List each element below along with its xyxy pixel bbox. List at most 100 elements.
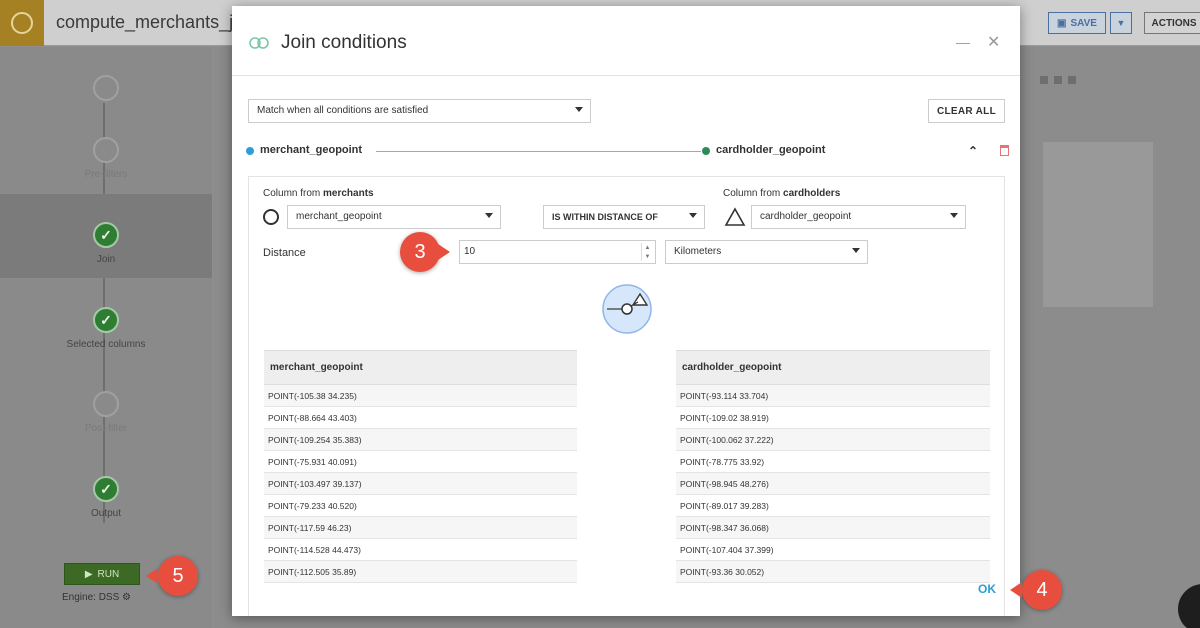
callout-badge-3: 3: [400, 232, 440, 272]
join-condition-summary[interactable]: merchant_geopoint cardholder_geopoint ⌃: [246, 143, 1009, 161]
save-label: SAVE: [1070, 17, 1097, 29]
callout-pointer: [146, 568, 158, 584]
save-icon: ▣: [1057, 17, 1067, 29]
triangle-shape-icon: [724, 207, 746, 226]
view-toolbar: [1040, 76, 1076, 84]
table-row: POINT(-93.36 30.052): [676, 561, 990, 583]
trash-icon[interactable]: [1000, 145, 1009, 156]
engine-text: Engine: DSS: [62, 592, 120, 603]
chevron-down-icon: ▼: [1116, 18, 1126, 28]
step-item-output[interactable]: ✓ Output: [0, 476, 212, 536]
table-body: POINT(-93.114 33.704) POINT(-109.02 38.91…: [676, 385, 990, 583]
join-icon: [249, 37, 269, 49]
step-item-pre-filters[interactable]: Pre-filters: [0, 137, 212, 197]
callout-badge-5: 5: [158, 556, 198, 596]
right-column-label: Column from cardholders: [723, 188, 840, 199]
step-item-join[interactable]: ✓ Join: [0, 194, 212, 278]
left-column-select[interactable]: merchant_geopoint: [287, 205, 501, 229]
match-mode-select[interactable]: Match when all conditions are satisfied: [248, 99, 591, 123]
step-item-0[interactable]: [0, 75, 212, 115]
close-icon[interactable]: ✕: [987, 32, 1000, 52]
step-circle-icon: [93, 137, 119, 163]
table-row: POINT(-93.114 33.704): [676, 385, 990, 407]
step-item-selected-columns[interactable]: ✓ Selected columns: [0, 307, 212, 367]
table-row: POINT(-79.233 40.520): [264, 495, 577, 517]
left-preview-table: merchant_geopoint POINT(-105.38 34.235) P…: [264, 350, 577, 583]
step-circle-icon: [93, 75, 119, 101]
callout-pointer: [438, 244, 450, 260]
save-options-button[interactable]: ▼: [1110, 12, 1132, 34]
chevron-down-icon: [950, 213, 958, 218]
right-dataset-dot-icon: [702, 147, 710, 155]
clear-all-button[interactable]: CLEAR ALL: [928, 99, 1005, 123]
join-conditions-dialog: Join conditions — ✕ Match when all condi…: [232, 6, 1020, 616]
toolbar-icon[interactable]: [1040, 76, 1048, 84]
step-label: Join: [96, 254, 116, 265]
operator-value: IS WITHIN DISTANCE OF: [552, 212, 658, 222]
table-row: POINT(-88.664 43.403): [264, 407, 577, 429]
recipe-title: compute_merchants_j: [56, 12, 234, 32]
ok-button[interactable]: OK: [978, 582, 996, 596]
table-row: POINT(-114.528 44.473): [264, 539, 577, 561]
step-item-post-filter[interactable]: Post-filter: [0, 391, 212, 451]
right-key-label: cardholder_geopoint: [716, 144, 826, 156]
table-row: POINT(-75.931 40.091): [264, 451, 577, 473]
table-row: POINT(-98.347 36.068): [676, 517, 990, 539]
callout-pointer: [1010, 582, 1022, 598]
match-mode-value: Match when all conditions are satisfied: [257, 105, 429, 116]
right-preview-table: cardholder_geopoint POINT(-93.114 33.704…: [676, 350, 990, 583]
chevron-up-icon[interactable]: ⌃: [968, 144, 978, 158]
step-label: Selected columns: [66, 339, 146, 350]
app-logo[interactable]: [0, 0, 44, 46]
run-button[interactable]: ▶ RUN: [64, 563, 140, 585]
table-body: POINT(-105.38 34.235) POINT(-88.664 43.40…: [264, 385, 577, 583]
dialog-title: Join conditions: [281, 32, 407, 53]
distance-value: 10: [464, 246, 476, 257]
table-row: POINT(-105.38 34.235): [264, 385, 577, 407]
actions-button[interactable]: ACTIONS: [1144, 12, 1200, 34]
right-column-value: cardholder_geopoint: [760, 211, 852, 222]
step-label: Post-filter: [84, 423, 128, 434]
right-column-prefix: Column from: [723, 188, 784, 199]
left-key-label: merchant_geopoint: [260, 144, 363, 156]
callout-badge-4: 4: [1022, 570, 1062, 610]
right-column-select[interactable]: cardholder_geopoint: [751, 205, 966, 229]
left-column-value: merchant_geopoint: [296, 211, 382, 222]
chevron-down-icon: [689, 213, 697, 218]
table-row: POINT(-78.775 33.92): [676, 451, 990, 473]
table-row: POINT(-107.404 37.399): [676, 539, 990, 561]
step-label: Output: [90, 508, 122, 519]
table-row: POINT(-109.02 38.919): [676, 407, 990, 429]
distance-input[interactable]: 10 ▲ ▼: [459, 240, 656, 264]
engine-label[interactable]: Engine: DSS ⚙: [62, 592, 131, 603]
chevron-down-icon: [852, 248, 860, 253]
play-icon: ▶: [84, 568, 93, 580]
step-circle-icon: [93, 391, 119, 417]
check-icon: ✓: [93, 222, 119, 248]
chevron-down-icon: [485, 213, 493, 218]
run-label: RUN: [97, 568, 120, 580]
condition-editor: Column from merchants Column from cardho…: [248, 176, 1005, 616]
logo-icon: [11, 12, 33, 34]
save-button[interactable]: ▣ SAVE: [1048, 12, 1106, 34]
table-row: POINT(-109.254 35.383): [264, 429, 577, 451]
distance-operator-icon: [602, 284, 652, 334]
circle-shape-icon: [263, 209, 279, 225]
left-dataset-dot-icon: [246, 147, 254, 155]
operator-select[interactable]: IS WITHIN DISTANCE OF: [543, 205, 705, 229]
table-row: POINT(-89.017 39.283): [676, 495, 990, 517]
left-dataset-name: merchants: [323, 188, 374, 199]
distance-unit-select[interactable]: Kilometers: [665, 240, 868, 264]
table-row: POINT(-100.062 37.222): [676, 429, 990, 451]
join-link-line: [376, 151, 701, 152]
gear-icon: ⚙: [122, 592, 132, 603]
left-column-prefix: Column from: [263, 188, 324, 199]
table-row: POINT(-112.505 35.89): [264, 561, 577, 583]
dialog-header: Join conditions — ✕: [232, 6, 1020, 76]
minimize-icon[interactable]: —: [956, 34, 970, 50]
table-row: POINT(-103.497 39.137): [264, 473, 577, 495]
toolbar-icon[interactable]: [1068, 76, 1076, 84]
number-stepper[interactable]: ▲ ▼: [641, 243, 653, 261]
toolbar-icon[interactable]: [1054, 76, 1062, 84]
right-dataset-name: cardholders: [783, 188, 841, 199]
